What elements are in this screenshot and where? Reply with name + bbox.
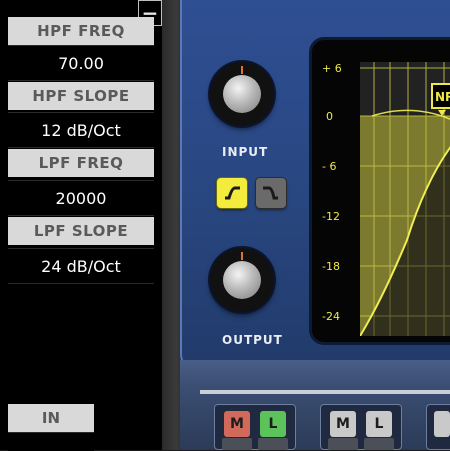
high-pass-icon xyxy=(225,186,240,200)
frequency-response-display[interactable]: + 6 0 - 6 -12 -18 -24 NR xyxy=(312,40,450,342)
y-tick-6: + 6 xyxy=(322,62,342,75)
input-knob[interactable] xyxy=(210,62,274,126)
hpf-slope-value[interactable]: 12 dB/Oct xyxy=(8,112,154,148)
high-pass-shape-button[interactable] xyxy=(217,178,247,208)
in-value[interactable] xyxy=(8,432,94,451)
y-tick-minus6: - 6 xyxy=(322,160,336,173)
mute-button-2[interactable]: M xyxy=(330,411,356,437)
output-knob[interactable] xyxy=(210,248,274,312)
hpf-freq-label: HPF FREQ xyxy=(8,17,154,45)
lpf-freq-value[interactable]: 20000 xyxy=(8,180,154,216)
hpf-freq-value[interactable]: 70.00 xyxy=(8,45,154,81)
lpf-slope-label: LPF SLOPE xyxy=(8,217,154,245)
listen-button-1[interactable]: L xyxy=(260,411,286,437)
y-tick-minus24: -24 xyxy=(322,310,340,323)
bottom-rail xyxy=(200,390,450,394)
low-pass-shape-button[interactable] xyxy=(256,178,286,208)
mute-button-3[interactable] xyxy=(434,411,450,437)
mute-button-1[interactable]: M xyxy=(224,411,250,437)
nr-marker-label: NR xyxy=(435,90,450,104)
low-pass-icon xyxy=(263,186,278,200)
in-label: IN xyxy=(8,404,94,432)
lpf-slope-value[interactable]: 24 dB/Oct xyxy=(8,248,154,284)
response-graph: + 6 0 - 6 -12 -18 -24 NR xyxy=(322,62,450,336)
input-label: INPUT xyxy=(222,145,269,159)
listen-button-2[interactable]: L xyxy=(366,411,392,437)
parameter-panel: − HPF FREQ 70.00 HPF SLOPE 12 dB/Oct LPF… xyxy=(0,0,162,451)
y-tick-minus18: -18 xyxy=(322,260,340,273)
lpf-freq-label: LPF FREQ xyxy=(8,149,154,177)
output-label: OUTPUT xyxy=(222,333,283,347)
filter-plugin: INPUT OUTPUT + 6 0 - 6 -12 -18 -24 NR M … xyxy=(162,0,450,450)
y-tick-0: 0 xyxy=(326,110,333,123)
y-tick-minus12: -12 xyxy=(322,210,340,223)
hpf-slope-label: HPF SLOPE xyxy=(8,82,154,110)
